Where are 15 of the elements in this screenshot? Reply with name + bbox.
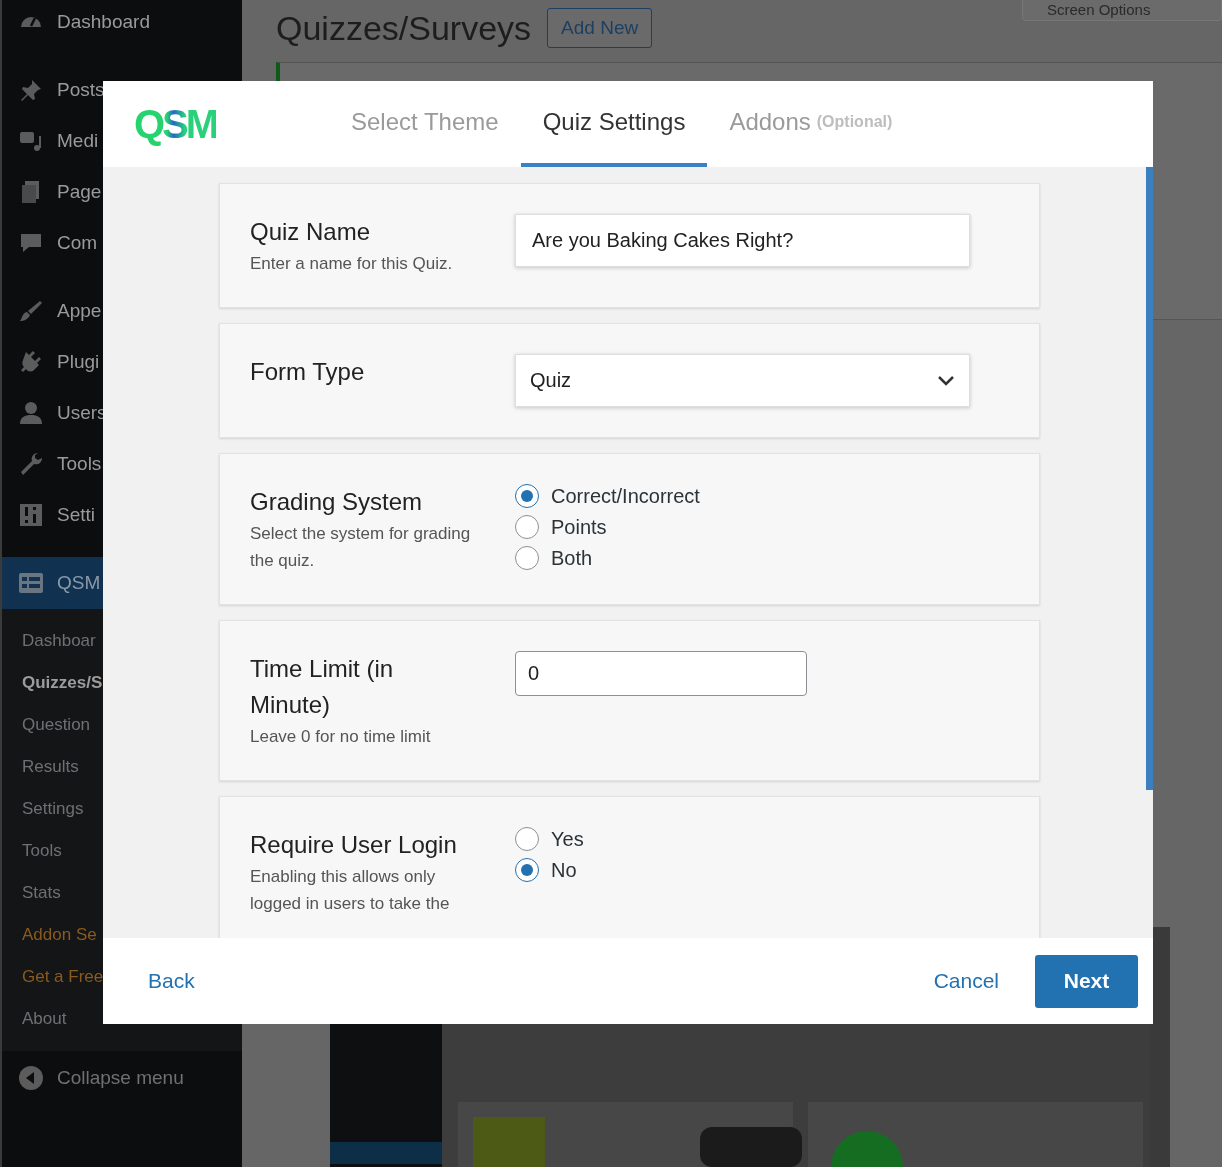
field-label: Grading System bbox=[250, 487, 424, 517]
option-label: Correct/Incorrect bbox=[551, 484, 700, 508]
option-label: Both bbox=[551, 546, 593, 570]
field-description: Enabling this allows only logged in users to take the bbox=[250, 866, 451, 915]
field-label: Require User Login bbox=[250, 830, 458, 860]
page-title: Quizzes/Surveys bbox=[276, 8, 532, 48]
field-description: Enter a name for this Quiz. bbox=[250, 253, 454, 275]
option-label: Yes bbox=[551, 827, 584, 851]
field-label: Quiz Name bbox=[250, 217, 372, 247]
field-label: Time Limit (in Minute) bbox=[250, 654, 395, 720]
field-description: Select the system for grading the quiz. bbox=[250, 523, 472, 572]
field-label: Form Type bbox=[250, 357, 366, 387]
field-description: Leave 0 for no time limit bbox=[250, 726, 432, 748]
option-label: Points bbox=[551, 515, 607, 539]
option-label: No bbox=[551, 858, 577, 882]
